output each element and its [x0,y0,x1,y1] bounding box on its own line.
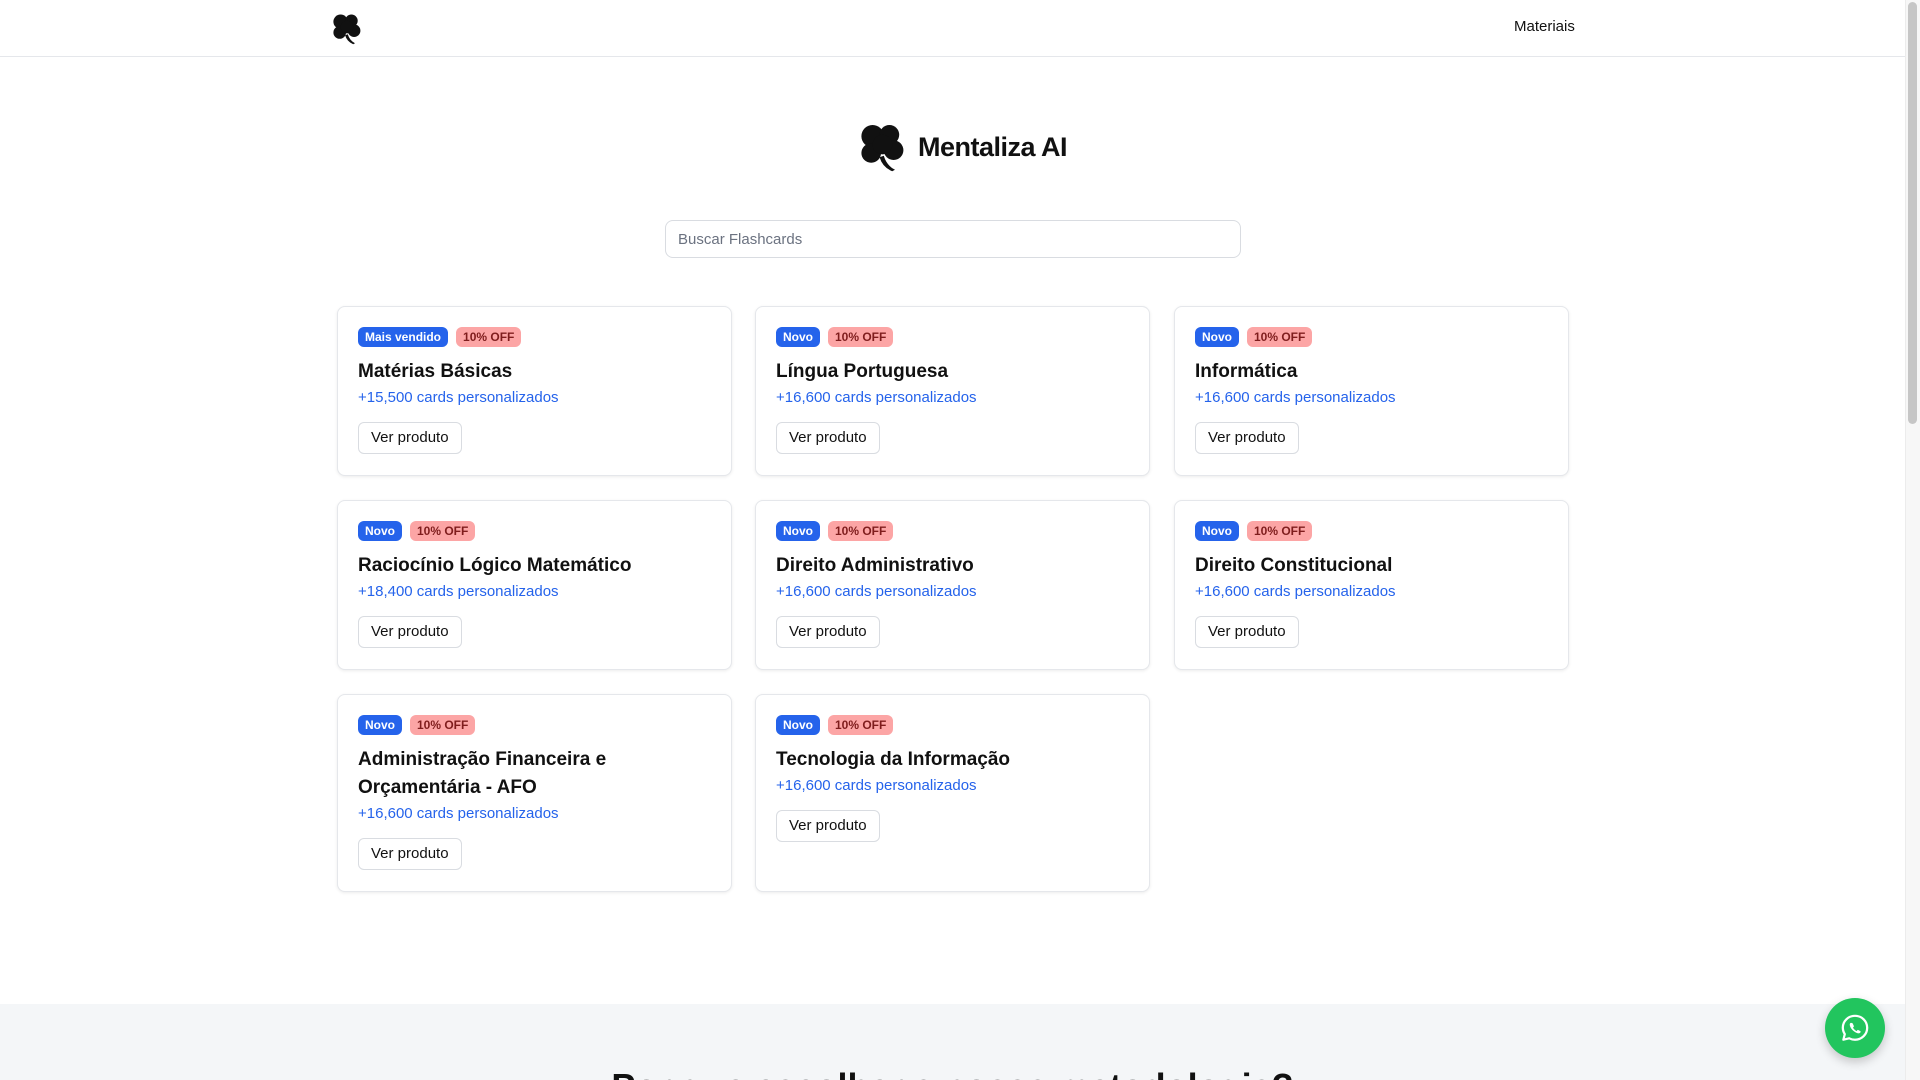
product-card: Novo 10% OFF Tecnologia da Informação +1… [755,694,1150,892]
new-badge: Novo [776,521,820,541]
discount-badge: 10% OFF [456,327,522,347]
new-badge: Novo [776,327,820,347]
product-card: Novo 10% OFF Informática +16,600 cards p… [1174,306,1569,476]
product-card-count: +16,600 cards personalizados [1195,583,1396,600]
new-badge: Novo [1195,327,1239,347]
discount-badge: 10% OFF [828,521,894,541]
product-title: Tecnologia da Informação [776,749,1011,770]
view-product-button[interactable]: Ver produto [776,422,880,454]
view-product-button[interactable]: Ver produto [358,422,462,454]
product-card-count: +18,400 cards personalizados [358,583,559,600]
view-product-button[interactable]: Ver produto [776,810,880,842]
product-title: Informática [1195,361,1298,382]
product-card-count: +16,600 cards personalizados [358,805,559,822]
scrollbar-thumb[interactable] [1908,2,1917,424]
product-card-count: +16,600 cards personalizados [776,583,977,600]
discount-badge: 10% OFF [410,715,476,735]
whatsapp-button[interactable] [1825,998,1885,1058]
view-product-button[interactable]: Ver produto [1195,422,1299,454]
view-product-button[interactable]: Ver produto [358,616,462,648]
search-input[interactable] [665,220,1241,258]
methodology-section: Por que escolher a nossa metodologia? [0,1004,1905,1080]
discount-badge: 10% OFF [828,327,894,347]
product-title: Administração Financeira e Orçamentária … [358,749,607,798]
product-card: Novo 10% OFF Língua Portuguesa +16,600 c… [755,306,1150,476]
product-card-count: +16,600 cards personalizados [776,389,977,406]
best-seller-badge: Mais vendido [358,327,449,347]
nav-link-materiais[interactable]: Materiais [1514,18,1575,35]
clover-logo-icon[interactable] [327,10,365,46]
section-heading: Por que escolher a nossa metodologia? [0,1066,1905,1080]
new-badge: Novo [358,715,402,735]
new-badge: Novo [1195,521,1239,541]
discount-badge: 10% OFF [828,715,894,735]
top-navbar: Materiais [0,0,1905,57]
new-badge: Novo [358,521,402,541]
product-card: Mais vendido 10% OFF Matérias Básicas +1… [337,306,732,476]
new-badge: Novo [776,715,820,735]
product-card: Novo 10% OFF Direito Administrativo +16,… [755,500,1150,670]
clover-logo-icon [861,125,904,172]
discount-badge: 10% OFF [1247,521,1313,541]
product-title: Língua Portuguesa [776,361,949,382]
brand-name: Mentaliza AI [918,132,1068,162]
discount-badge: 10% OFF [1247,327,1313,347]
brand-logo: Mentaliza AI [852,118,1068,174]
product-card-count: +15,500 cards personalizados [358,389,559,406]
whatsapp-icon [1841,1014,1869,1041]
view-product-button[interactable]: Ver produto [776,616,880,648]
view-product-button[interactable]: Ver produto [358,838,462,870]
product-title: Direito Administrativo [776,555,974,576]
product-card: Novo 10% OFF Direito Constitucional +16,… [1174,500,1569,670]
discount-badge: 10% OFF [410,521,476,541]
view-product-button[interactable]: Ver produto [1195,616,1299,648]
product-card: Novo 10% OFF Raciocínio Lógico Matemátic… [337,500,732,670]
product-title: Raciocínio Lógico Matemático [358,555,632,576]
product-card: Novo 10% OFF Administração Financeira e … [337,694,732,892]
product-card-count: +16,600 cards personalizados [1195,389,1396,406]
product-card-count: +16,600 cards personalizados [776,777,977,794]
product-title: Matérias Básicas [358,361,513,382]
product-title: Direito Constitucional [1195,555,1393,576]
